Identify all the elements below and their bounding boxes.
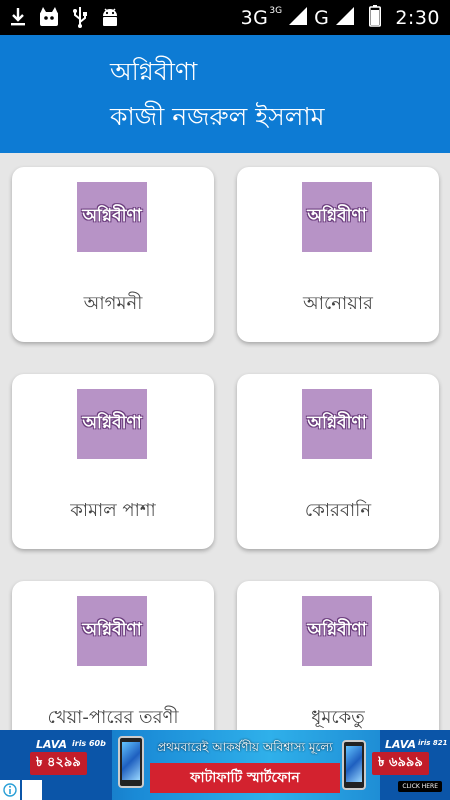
poem-grid: অগ্নিবীণা আগমনী অগ্নিবীণা আনোয়ার অগ্নিব…	[0, 153, 450, 730]
notification-icons	[10, 6, 120, 32]
ad-banner[interactable]: LAVA iris 60b ৳ ৪২৯৯ প্রথমবারেই আকর্ষণীয…	[0, 730, 450, 800]
signal-icon	[335, 6, 355, 30]
usb-icon	[72, 6, 88, 32]
system-icons: 3G 3G G 2:30	[241, 5, 440, 31]
app-bar: অগ্নিবীণা কাজী নজরুল ইসলাম	[0, 35, 450, 153]
poem-thumbnail: অগ্নিবীণা	[302, 389, 372, 459]
poem-title: আগমনী	[83, 293, 143, 314]
ad-price-right: ৳ ৬৯৯৯	[372, 752, 429, 775]
poem-thumbnail: অগ্নিবীণা	[302, 596, 372, 666]
poem-card[interactable]: অগ্নিবীণা খেয়া-পারের তরণী	[12, 581, 214, 730]
ad-brand-left: LAVA	[36, 738, 68, 751]
poem-card[interactable]: অগ্নিবীণা কোরবানি	[237, 374, 439, 549]
poem-card[interactable]: অগ্নিবীণা আনোয়ার	[237, 167, 439, 342]
thumbnail-text: অগ্নিবীণা	[82, 206, 142, 226]
poem-thumbnail: অগ্নিবীণা	[77, 596, 147, 666]
ad-price-left: ৳ ৪২৯৯	[30, 752, 87, 775]
ad-model-left: iris 60b	[72, 739, 106, 748]
status-time: 2:30	[395, 7, 440, 29]
cat-icon	[38, 6, 60, 32]
poem-thumbnail: অগ্নিবীণা	[77, 182, 147, 252]
thumbnail-text: অগ্নিবীণা	[82, 413, 142, 433]
poem-card[interactable]: অগ্নিবীণা কামাল পাশা	[12, 374, 214, 549]
status-bar: 3G 3G G 2:30	[0, 0, 450, 35]
app-subtitle: কাজী নজরুল ইসলাম	[110, 102, 325, 131]
poem-title: আনোয়ার	[303, 293, 373, 314]
ad-cta-button[interactable]: CLICK HERE	[398, 781, 442, 792]
network-type-superscript: 3G	[269, 6, 283, 16]
ad-brand-right: LAVA	[385, 738, 417, 751]
poem-title: ধূমকেতু	[311, 707, 365, 728]
poem-thumbnail: অগ্নিবীণা	[77, 389, 147, 459]
thumbnail-text: অগ্নিবীণা	[82, 620, 142, 640]
poem-thumbnail: অগ্নিবীণা	[302, 182, 372, 252]
close-icon[interactable]	[22, 780, 42, 800]
ad-headline: প্রথমবারেই আকর্ষণীয় অবিশ্বাস্য মূল্যে	[157, 740, 333, 754]
download-icon	[10, 7, 26, 31]
thumbnail-text: অগ্নিবীণা	[307, 413, 367, 433]
battery-icon	[369, 5, 382, 31]
thumbnail-text: অগ্নিবীণা	[307, 620, 367, 640]
ad-subline: ফাটাফাটি স্মার্টফোন	[150, 763, 340, 793]
signal-icon	[288, 6, 308, 30]
network-letter: G	[314, 7, 330, 29]
poem-title: কামাল পাশা	[70, 500, 156, 521]
android-icon	[100, 6, 120, 32]
info-icon[interactable]	[0, 780, 20, 800]
network-type: 3G	[240, 7, 269, 29]
app-title: অগ্নিবীণা	[110, 57, 198, 86]
thumbnail-text: অগ্নিবীণা	[307, 206, 367, 226]
poem-card[interactable]: অগ্নিবীণা আগমনী	[12, 167, 214, 342]
poem-card[interactable]: অগ্নিবীণা ধূমকেতু	[237, 581, 439, 730]
poem-title: খেয়া-পারের তরণী	[47, 707, 179, 728]
ad-model-right: iris 821	[418, 739, 448, 747]
poem-title: কোরবানি	[304, 500, 372, 521]
